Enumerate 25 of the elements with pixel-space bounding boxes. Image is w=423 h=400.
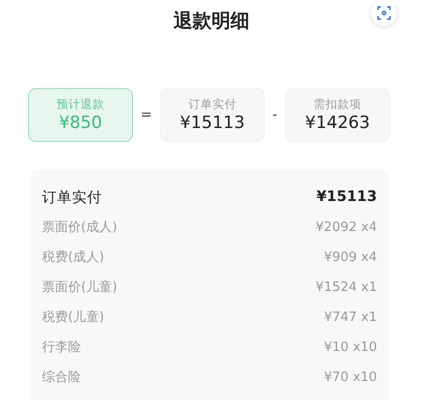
scan-icon bbox=[377, 6, 391, 20]
fee-label: 行李险 bbox=[42, 339, 81, 356]
card-label: 订单实付 bbox=[188, 97, 236, 112]
total-amount: ¥15113 bbox=[316, 189, 377, 205]
fee-amount: ¥909 x4 bbox=[324, 250, 377, 264]
total-label: 订单实付 bbox=[42, 188, 102, 206]
fee-label: 综合险 bbox=[42, 369, 81, 386]
fee-amount: ¥10 x10 bbox=[324, 340, 377, 354]
fee-label: 票面价(儿童) bbox=[42, 279, 118, 296]
fee-amount: ¥1524 x1 bbox=[316, 280, 377, 294]
scan-button[interactable] bbox=[371, 0, 397, 26]
card-amount: ¥850 bbox=[58, 113, 102, 133]
card-amount: ¥15113 bbox=[180, 113, 245, 133]
operator-sign: - bbox=[272, 107, 278, 123]
card-label: 预计退款 bbox=[56, 97, 104, 112]
operator-sign: = bbox=[140, 107, 152, 123]
fee-label: 票面价(成人) bbox=[42, 219, 118, 236]
fee-amount: ¥747 x1 bbox=[324, 310, 377, 324]
page-title: 退款明细 bbox=[174, 9, 250, 34]
fee-amount: ¥70 x10 bbox=[324, 370, 377, 384]
fee-label: 税费(成人) bbox=[42, 249, 104, 266]
fee-label: 税费(儿童) bbox=[42, 309, 104, 326]
card-amount: ¥14263 bbox=[305, 113, 370, 133]
fee-amount: ¥2092 x4 bbox=[316, 220, 377, 234]
card-label: 需扣款项 bbox=[313, 97, 362, 112]
